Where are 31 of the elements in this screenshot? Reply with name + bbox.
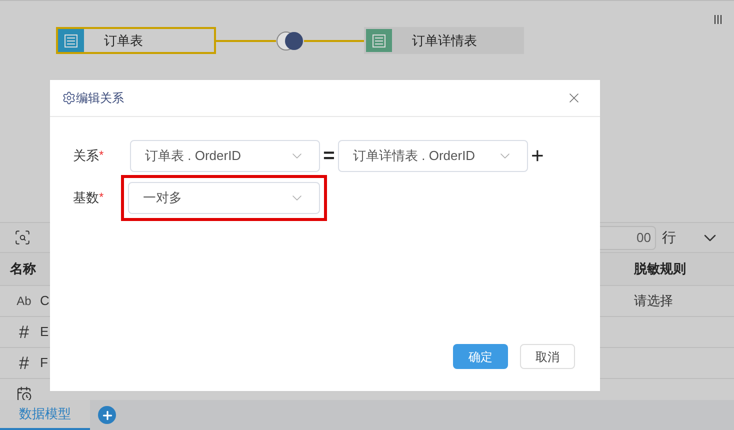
required-mark: * <box>99 189 104 206</box>
add-tab-icon[interactable] <box>98 406 116 424</box>
calendar-icon <box>16 386 32 400</box>
masking-rule: 请选择 <box>634 292 674 310</box>
cancel-button[interactable]: 取消 <box>520 344 575 369</box>
required-mark: * <box>99 147 104 164</box>
unit-label: 行 <box>662 228 676 247</box>
column-header: 名称 <box>10 260 36 278</box>
columns-icon[interactable] <box>714 15 722 24</box>
table-name: 订单表 <box>104 32 143 50</box>
select-field[interactable]: 订单表 . OrderID <box>130 140 320 172</box>
text-type-icon: Ab <box>16 292 32 310</box>
dialog-title: 编辑关系 <box>76 90 124 107</box>
field-label: 基数 <box>73 189 99 208</box>
select-field[interactable]: 一对多 <box>128 182 320 214</box>
field-label: 关系 <box>73 147 99 166</box>
field-name: F <box>40 354 48 372</box>
number-type-icon: # <box>18 350 29 376</box>
table-node[interactable]: 订单表 <box>56 27 216 54</box>
table-node[interactable]: 订单详情表 <box>364 27 524 54</box>
number-type-icon: # <box>18 318 29 346</box>
column-header: 脱敏规则 <box>634 260 687 278</box>
search-icon[interactable] <box>14 229 31 246</box>
select-field[interactable]: 订单详情表 . OrderID <box>338 140 528 172</box>
field-name: E <box>40 323 49 342</box>
add-condition-button[interactable]: + <box>531 145 544 167</box>
join-icon[interactable] <box>276 30 304 52</box>
equals-sign: = <box>322 144 336 169</box>
settings-icon <box>62 91 76 105</box>
field-name: C <box>40 292 50 310</box>
table-name: 订单详情表 <box>412 32 477 50</box>
